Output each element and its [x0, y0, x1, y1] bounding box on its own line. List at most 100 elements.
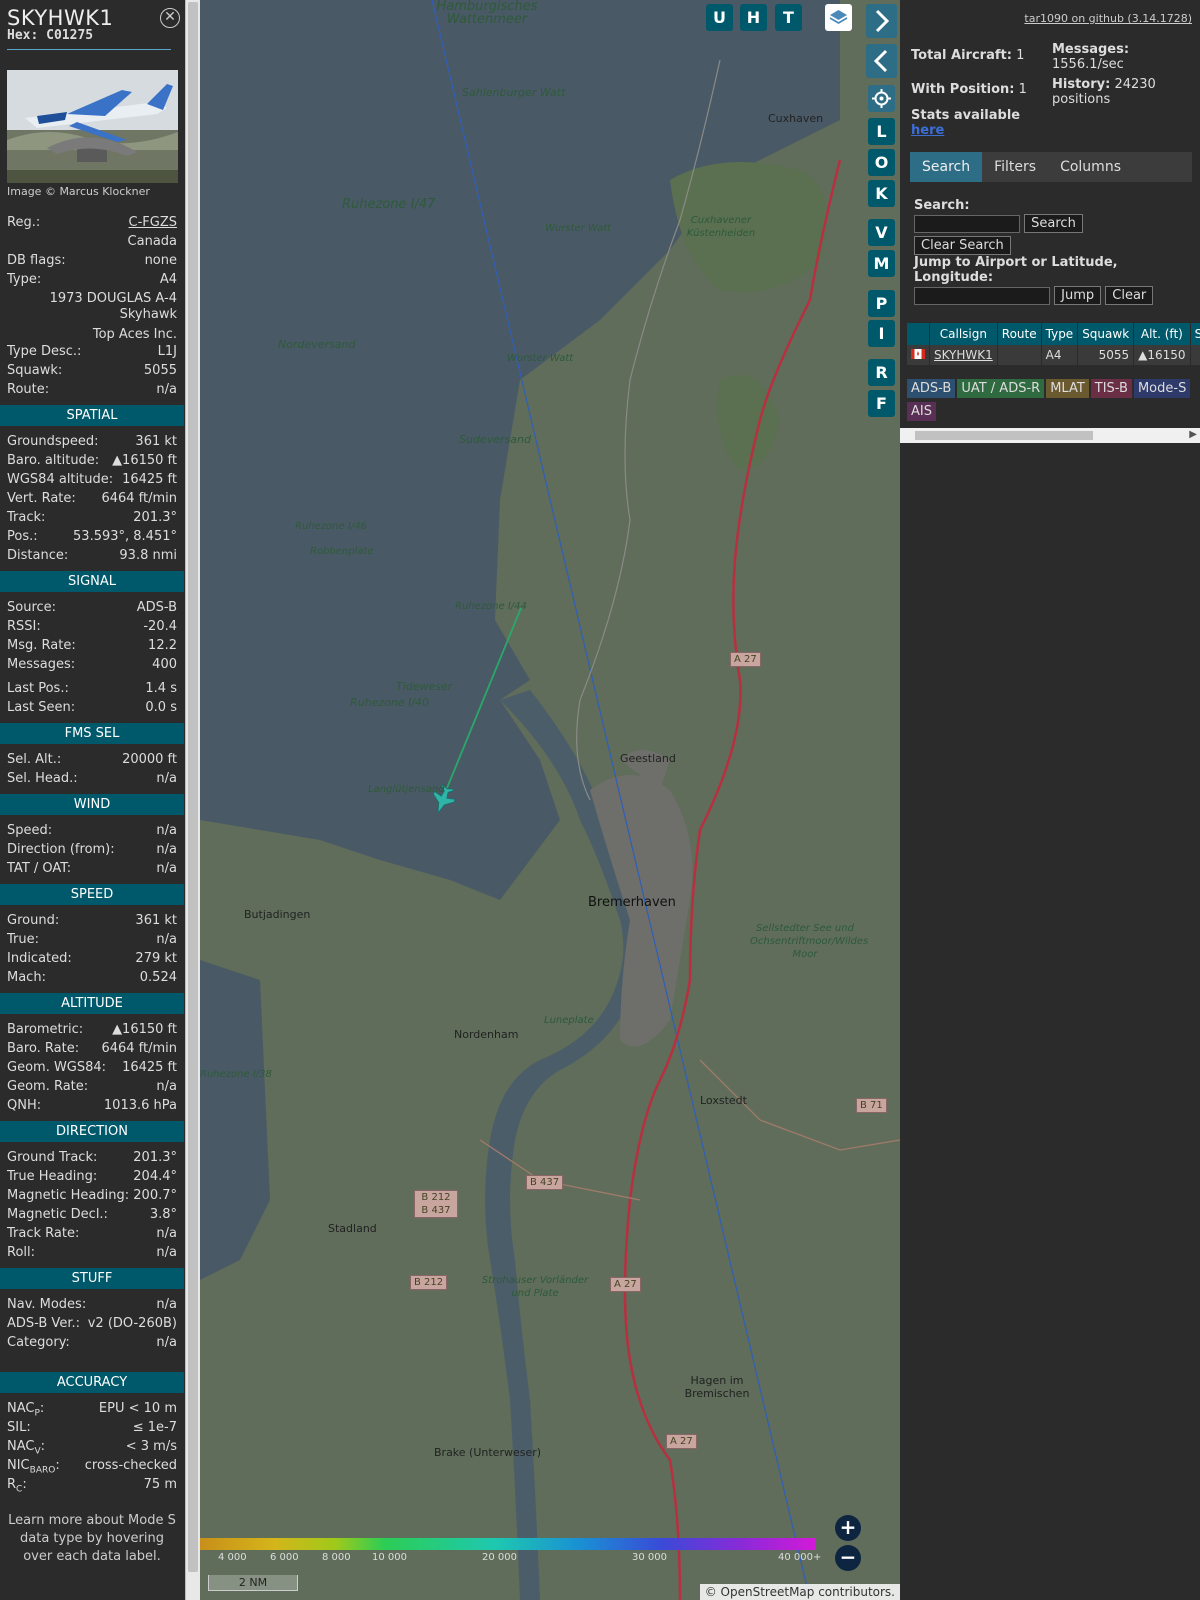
detail-row: Track Rate: n/a: [0, 1224, 184, 1243]
detail-value: 1.4 s: [145, 681, 177, 696]
table-row[interactable]: SKYHWK1 A4 5055 ▲16150: [907, 345, 1200, 365]
detail-value: 6464 ft/min: [101, 1041, 177, 1056]
search-button[interactable]: Search: [1024, 214, 1083, 233]
map-button-o[interactable]: O: [868, 149, 895, 176]
detail-value: 361 kt: [135, 434, 177, 449]
column-header[interactable]: Callsign: [929, 323, 998, 345]
detail-value: 3.8°: [149, 1207, 177, 1222]
section-header-stuff: STUFF: [0, 1268, 184, 1289]
cell-speed: [1190, 345, 1200, 365]
total-aircraft-label: Total Aircraft:: [911, 48, 1012, 63]
layers-icon[interactable]: [825, 4, 852, 31]
detail-value: -20.4: [143, 619, 177, 634]
altitude-scale-tick: 10 000: [372, 1552, 407, 1563]
source-chip[interactable]: AIS: [907, 402, 936, 421]
detail-row: Indicated: 279 kt: [0, 949, 184, 968]
zoom-in-button[interactable]: +: [835, 1515, 861, 1541]
detail-value: ▲16150 ft: [112, 453, 177, 468]
source-chip[interactable]: TIS-B: [1090, 379, 1132, 398]
sidebar-scrollbar-thumb[interactable]: [188, 2, 198, 1572]
table-body: SKYHWK1 A4 5055 ▲16150: [907, 345, 1200, 365]
hscrollbar-thumb[interactable]: [915, 431, 1093, 440]
detail-label-colon: :: [55, 1458, 60, 1473]
button-t[interactable]: T: [775, 4, 802, 31]
map-place-label: Loxstedt: [700, 1094, 747, 1107]
detail-label: ADS-B Ver.:: [7, 1316, 80, 1331]
map-button-k[interactable]: K: [868, 180, 895, 207]
github-link[interactable]: tar1090 on github (3.14.1728): [1024, 12, 1192, 25]
column-header[interactable]: Squawk: [1077, 323, 1135, 345]
close-icon[interactable]: ✕: [160, 8, 180, 28]
column-header[interactable]: Alt. (ft): [1133, 323, 1191, 345]
map-place-label: Nordeversand: [278, 338, 356, 351]
clear-search-button[interactable]: Clear Search: [914, 236, 1011, 255]
tab-search[interactable]: Search: [910, 152, 983, 182]
table-hscrollbar[interactable]: ▶: [900, 428, 1200, 443]
detail-value: n/a: [156, 823, 177, 838]
source-chip[interactable]: MLAT: [1046, 379, 1089, 398]
detail-row: Roll: n/a: [0, 1243, 184, 1262]
column-header[interactable]: Route: [997, 323, 1042, 345]
source-chip[interactable]: ADS-B: [907, 379, 956, 398]
stats-right: Messages: 1556.1/sec History: 24230 posi…: [1052, 42, 1192, 107]
detail-value: ≤ 1e-7: [132, 1420, 177, 1435]
map-button-p[interactable]: P: [868, 290, 895, 317]
cell-callsign[interactable]: SKYHWK1: [929, 345, 998, 365]
map-place-label: Sahlenburger Watt: [462, 86, 566, 99]
detail-row: Messages: 400: [0, 655, 184, 674]
map-place-label: Ruhezone I/40: [350, 696, 430, 709]
registration-link[interactable]: C-FGZS: [129, 213, 177, 232]
detail-label: Ground Track:: [7, 1150, 98, 1165]
aircraft-photo[interactable]: [7, 70, 178, 183]
map-canvas[interactable]: [200, 0, 900, 1600]
detail-label: Sel. Head.:: [7, 771, 78, 786]
detail-label: Groundspeed:: [7, 434, 99, 449]
column-header[interactable]: [907, 323, 930, 345]
detail-row: Ground Track: 201.3°: [0, 1148, 184, 1167]
tab-filters[interactable]: Filters: [982, 152, 1049, 182]
tab-columns[interactable]: Columns: [1048, 152, 1133, 182]
detail-label: Barometric:: [7, 1022, 84, 1037]
map-place-label: Ruhezone I/46: [295, 521, 367, 532]
clear-jump-button[interactable]: Clear: [1105, 286, 1154, 305]
map-button-m[interactable]: M: [868, 250, 895, 277]
map-button-l[interactable]: L: [868, 118, 895, 145]
source-chip[interactable]: UAT / ADS-R: [957, 379, 1045, 398]
map-place-label: Sellstedter See und Ochsentriftmoor/Wild…: [750, 923, 869, 960]
jump-input[interactable]: [914, 286, 1050, 305]
button-u[interactable]: U: [706, 4, 733, 31]
sidebar-scrollbar[interactable]: [185, 0, 200, 1600]
detail-label: Sel. Alt.:: [7, 752, 62, 767]
expand-right-icon[interactable]: [866, 4, 897, 38]
altitude-scale-tick: 6 000: [270, 1552, 299, 1563]
map-button-v[interactable]: V: [868, 219, 895, 246]
learn-more-note: Learn more about Mode S data type by hov…: [8, 1513, 176, 1564]
section-header-speed: SPEED: [0, 884, 184, 905]
collapse-left-icon[interactable]: [866, 44, 897, 78]
map-view[interactable]: Hamburgisches Wattenmeer Cuxhaven Sahlenbu…: [200, 0, 900, 1600]
scroll-right-arrow-icon[interactable]: ▶: [1189, 429, 1197, 440]
aircraft-detail-sidebar: SKYHWK1 Hex: C01275 ✕ Image © Marcus Klo…: [0, 0, 184, 1600]
button-h[interactable]: H: [740, 4, 767, 31]
map-button-f[interactable]: F: [868, 390, 895, 417]
map-button-i[interactable]: I: [868, 320, 895, 347]
zoom-out-button[interactable]: −: [835, 1545, 861, 1571]
settings-gear-icon[interactable]: [868, 85, 895, 112]
detail-value: 204.4°: [133, 1169, 177, 1184]
source-chip[interactable]: Mode-S: [1133, 379, 1191, 398]
column-header[interactable]: Sp: [1190, 323, 1200, 345]
detail-value: 12.2: [148, 638, 177, 653]
section-header-accuracy: ACCURACY: [0, 1372, 184, 1393]
detail-row: True Heading: 204.4°: [0, 1167, 184, 1186]
column-header[interactable]: Type: [1041, 323, 1079, 345]
detail-label: NACV:: [7, 1437, 45, 1457]
detail-label: True Heading:: [7, 1169, 98, 1184]
model-line-1: 1973 DOUGLAS A-4: [49, 291, 177, 306]
operator-name: Top Aces Inc.: [92, 327, 177, 342]
search-input[interactable]: [914, 214, 1020, 233]
stats-here-link[interactable]: here: [911, 123, 1051, 138]
jump-button[interactable]: Jump: [1054, 286, 1102, 305]
detail-row: NACV: < 3 m/s: [0, 1437, 184, 1457]
map-button-r[interactable]: R: [868, 359, 895, 386]
